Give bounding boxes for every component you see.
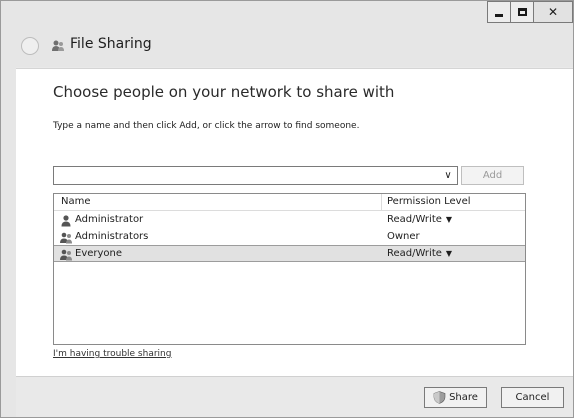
file-sharing-window: ✕ File Sharing Choose people on your net… [0, 0, 574, 418]
column-header-name[interactable]: Name [61, 196, 91, 207]
permission-value: Read/Write [387, 248, 442, 259]
group-icon [60, 249, 72, 261]
column-divider [381, 194, 382, 211]
title-bar: ✕ File Sharing [1, 1, 573, 67]
row-name: Everyone [75, 248, 123, 259]
window-title: File Sharing [70, 36, 152, 52]
add-button[interactable]: Add [461, 166, 524, 185]
share-label: Share [449, 392, 478, 403]
list-row-administrator[interactable]: Administrator Read/Write ▼ [54, 212, 525, 229]
permission-value: Read/Write [387, 214, 442, 225]
sharing-list: Name Permission Level Administrator Read… [53, 193, 526, 345]
list-row-administrators[interactable]: Administrators Owner [54, 229, 525, 246]
dropdown-caret-icon: ▼ [445, 215, 453, 224]
close-icon: ✕ [547, 5, 559, 19]
dialog-footer: Share Cancel [16, 376, 573, 417]
row-name: Administrator [75, 214, 144, 225]
dropdown-caret-icon: ▼ [445, 249, 453, 258]
user-icon [61, 215, 71, 227]
name-input[interactable]: ∨ [53, 166, 458, 185]
row-name: Administrators [75, 231, 149, 242]
left-margin [1, 67, 16, 417]
back-button[interactable] [21, 37, 39, 55]
file-sharing-icon [52, 40, 64, 51]
dropdown-arrow-icon[interactable]: ∨ [441, 167, 455, 184]
group-icon [60, 232, 72, 244]
maximize-icon [517, 8, 527, 16]
minimize-button[interactable] [487, 1, 510, 23]
list-row-everyone[interactable]: Everyone Read/Write ▼ [54, 245, 525, 262]
page-heading: Choose people on your network to share w… [53, 83, 395, 101]
permission-value: Owner [387, 231, 420, 242]
shield-icon [433, 391, 446, 404]
maximize-button[interactable] [510, 1, 533, 23]
minimize-icon [495, 13, 503, 17]
column-header-permission[interactable]: Permission Level [387, 196, 471, 207]
permission-dropdown[interactable]: Read/Write ▼ [387, 248, 452, 259]
list-header: Name Permission Level [54, 194, 525, 211]
main-content: Choose people on your network to share w… [16, 68, 573, 376]
trouble-sharing-link[interactable]: I'm having trouble sharing [53, 349, 171, 359]
close-button[interactable]: ✕ [533, 1, 573, 23]
cancel-button[interactable]: Cancel [501, 387, 564, 408]
instruction-text: Type a name and then click Add, or click… [53, 121, 360, 131]
share-button[interactable]: Share [424, 387, 487, 408]
permission-dropdown[interactable]: Read/Write ▼ [387, 214, 452, 225]
